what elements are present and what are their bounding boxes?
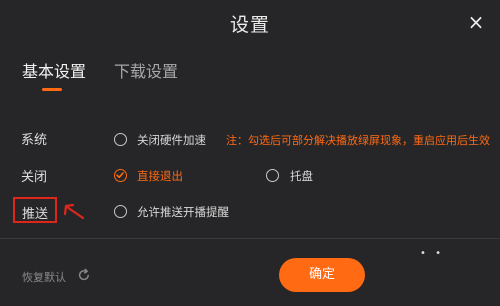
tray-label[interactable]: 托盘 — [290, 168, 313, 184]
footer-divider — [0, 238, 500, 239]
red-arrow-icon — [63, 203, 85, 220]
system-label: 系统 — [21, 133, 48, 148]
confirm-button[interactable]: 确定 — [279, 258, 365, 292]
exit-directly-label[interactable]: 直接退出 — [137, 168, 183, 184]
push-reminder-label[interactable]: 允许推送开播提醒 — [137, 204, 229, 220]
tab-download-settings[interactable]: 下载设置 — [114, 58, 178, 82]
decorative-dots: • • — [420, 248, 444, 259]
tab-basic-settings[interactable]: 基本设置 — [22, 58, 86, 82]
active-tab-indicator — [42, 88, 62, 91]
push-label: 推送 — [22, 207, 49, 222]
exit-directly-radio[interactable] — [114, 169, 127, 182]
close-icon[interactable]: × — [466, 12, 486, 32]
check-icon — [116, 172, 124, 179]
hardware-accel-note: 注：勾选后可部分解决播放绿屏现象，重启应用后生效 — [226, 134, 490, 147]
restore-default-button[interactable]: 恢复默认 — [22, 269, 66, 285]
close-label: 关闭 — [21, 170, 48, 185]
refresh-icon[interactable] — [77, 268, 91, 282]
push-reminder-radio[interactable] — [114, 205, 127, 218]
hardware-accel-label[interactable]: 关闭硬件加速 — [137, 132, 206, 148]
dialog-title: 设置 — [229, 14, 270, 36]
hardware-accel-radio[interactable] — [114, 133, 127, 146]
tray-radio[interactable] — [266, 169, 279, 182]
settings-dialog: 设置 × 基本设置 下载设置 系统 关闭硬件加速 注：勾选后可部分解决播放绿屏现… — [0, 0, 500, 306]
